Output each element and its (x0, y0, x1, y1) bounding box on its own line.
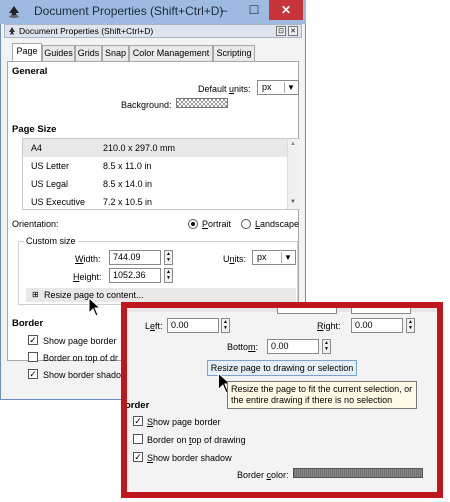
left-margin-field[interactable]: 0.00 (167, 318, 219, 333)
border-on-top-label-zoomed: Border on top of drawing (147, 435, 246, 445)
show-page-border-checkbox[interactable]: ✓ (28, 335, 38, 345)
tab-snap[interactable]: Snap (102, 45, 129, 61)
tab-scripting[interactable]: Scripting (213, 45, 255, 61)
page-size-dimensions: 7.2 x 10.5 in (103, 197, 153, 207)
bottom-margin-label: Bottom: (227, 342, 259, 352)
dock-close-icon[interactable]: ✕ (288, 26, 298, 36)
bottom-margin-stepper[interactable]: ▲ ▼ (322, 339, 331, 354)
height-field[interactable]: 1052.36 (109, 268, 161, 283)
border-color-label: Border color: (237, 470, 289, 480)
landscape-label: Landscape (255, 219, 300, 229)
top-margin-field-partial-2 (351, 308, 411, 314)
expander-plus-icon: ⊞ (32, 290, 39, 299)
custom-size-label: Custom size (24, 236, 78, 246)
tooltip-line-1: Resize the page to fit the current selec… (231, 384, 413, 394)
resize-expander[interactable]: ⊞ Resize page to content... (26, 288, 296, 302)
tab-page[interactable]: Page (12, 43, 42, 61)
page-size-dimensions: 210.0 x 297.0 mm (103, 143, 176, 153)
scroll-down-icon[interactable]: ▼ (290, 199, 296, 205)
units-value: px (257, 252, 267, 262)
units-select[interactable]: px ▼ (252, 250, 296, 265)
tab-guides[interactable]: Guides (42, 45, 75, 61)
page-size-name: US Executive (31, 197, 86, 207)
units-label: Units: (223, 254, 247, 264)
width-label: Width: (75, 254, 101, 264)
zoom-callout: Left: 0.00 ▲ ▼ Right: 0.00 ▲ ▼ Bottom: 0.0… (121, 302, 443, 498)
dock-title: Document Properties (Shift+Ctrl+D) (19, 26, 154, 36)
chevron-down-icon: ▼ (284, 82, 297, 93)
inkscape-icon (9, 27, 15, 35)
page-size-name: US Legal (31, 179, 69, 189)
background-color-swatch[interactable] (176, 98, 228, 108)
width-stepper[interactable]: ▲ ▼ (164, 250, 173, 265)
show-page-border-label: Show page border (43, 336, 117, 346)
tab-color-management[interactable]: Color Management (129, 45, 213, 61)
left-margin-label: Left: (145, 321, 163, 331)
list-item[interactable]: A4 210.0 x 297.0 mm (23, 139, 287, 157)
default-units-select[interactable]: px ▼ (257, 80, 299, 95)
border-on-top-label: Border on top of dr (43, 353, 119, 363)
list-item[interactable]: US Legal 8.5 x 14.0 in (23, 175, 287, 193)
show-border-shadow-label: Show border shado (43, 370, 122, 380)
right-margin-label: Right: (317, 321, 341, 331)
default-units-label: Default units: (198, 84, 251, 94)
border-color-swatch[interactable] (293, 468, 423, 478)
page-size-header: Page Size (12, 124, 57, 135)
bottom-margin-field[interactable]: 0.00 (267, 339, 319, 354)
chevron-down-icon: ▼ (281, 252, 294, 263)
page-size-dimensions: 8.5 x 14.0 in (103, 179, 153, 189)
dock-detach-icon[interactable]: ⊡ (276, 26, 286, 36)
background-label: Background: (121, 100, 172, 110)
right-margin-field[interactable]: 0.00 (351, 318, 403, 333)
landscape-radio[interactable] (241, 219, 251, 229)
mouse-cursor-icon (88, 297, 102, 317)
show-page-border-label-zoomed: Show page border (147, 417, 221, 427)
minimize-button[interactable]: – (209, 0, 239, 20)
tooltip-line-2: the entire drawing if there is no select… (231, 395, 393, 405)
page-size-name: A4 (31, 143, 43, 153)
general-header: General (12, 66, 48, 77)
list-scrollbar[interactable]: ▲ ▼ (287, 139, 300, 209)
height-stepper[interactable]: ▲ ▼ (164, 268, 173, 283)
title-bar[interactable]: Document Properties (Shift+Ctrl+D) – ☐ ✕ (0, 0, 306, 24)
left-margin-stepper[interactable]: ▲ ▼ (221, 318, 230, 333)
border-header: Border (12, 318, 44, 329)
top-margin-field-partial (277, 308, 337, 314)
inkscape-icon (9, 6, 19, 18)
dock-header: Document Properties (Shift+Ctrl+D) ⊡ ✕ (4, 24, 302, 38)
maximize-button[interactable]: ☐ (239, 0, 269, 20)
list-item[interactable]: US Executive 7.2 x 10.5 in (23, 193, 287, 211)
default-units-value: px (262, 82, 272, 92)
portrait-label: Portrait (202, 219, 232, 229)
list-item[interactable]: US Letter 8.5 x 11.0 in (23, 157, 287, 175)
tab-grids[interactable]: Grids (75, 45, 102, 61)
show-border-shadow-checkbox-zoomed[interactable]: ✓ (133, 452, 143, 462)
close-button[interactable]: ✕ (269, 0, 303, 20)
border-header-zoomed: order (125, 400, 150, 411)
height-label: Height: (73, 272, 102, 282)
window-title: Document Properties (Shift+Ctrl+D) (34, 4, 224, 18)
show-border-shadow-checkbox[interactable]: ✓ (28, 369, 38, 379)
scroll-up-icon[interactable]: ▲ (290, 141, 296, 147)
show-border-shadow-label-zoomed: Show border shadow (147, 453, 232, 463)
resize-tooltip: Resize the page to fit the current selec… (227, 381, 417, 409)
page-size-list: A4 210.0 x 297.0 mm US Letter 8.5 x 11.0… (22, 138, 300, 210)
portrait-radio[interactable] (188, 219, 198, 229)
page-size-name: US Letter (31, 161, 70, 171)
page-size-dimensions: 8.5 x 11.0 in (103, 161, 152, 171)
orientation-label: Orientation: (12, 219, 59, 229)
width-field[interactable]: 744.09 (109, 250, 161, 265)
right-margin-stepper[interactable]: ▲ ▼ (406, 318, 415, 333)
border-on-top-checkbox-zoomed[interactable] (133, 434, 143, 444)
border-on-top-checkbox[interactable] (28, 352, 38, 362)
show-page-border-checkbox-zoomed[interactable]: ✓ (133, 416, 143, 426)
